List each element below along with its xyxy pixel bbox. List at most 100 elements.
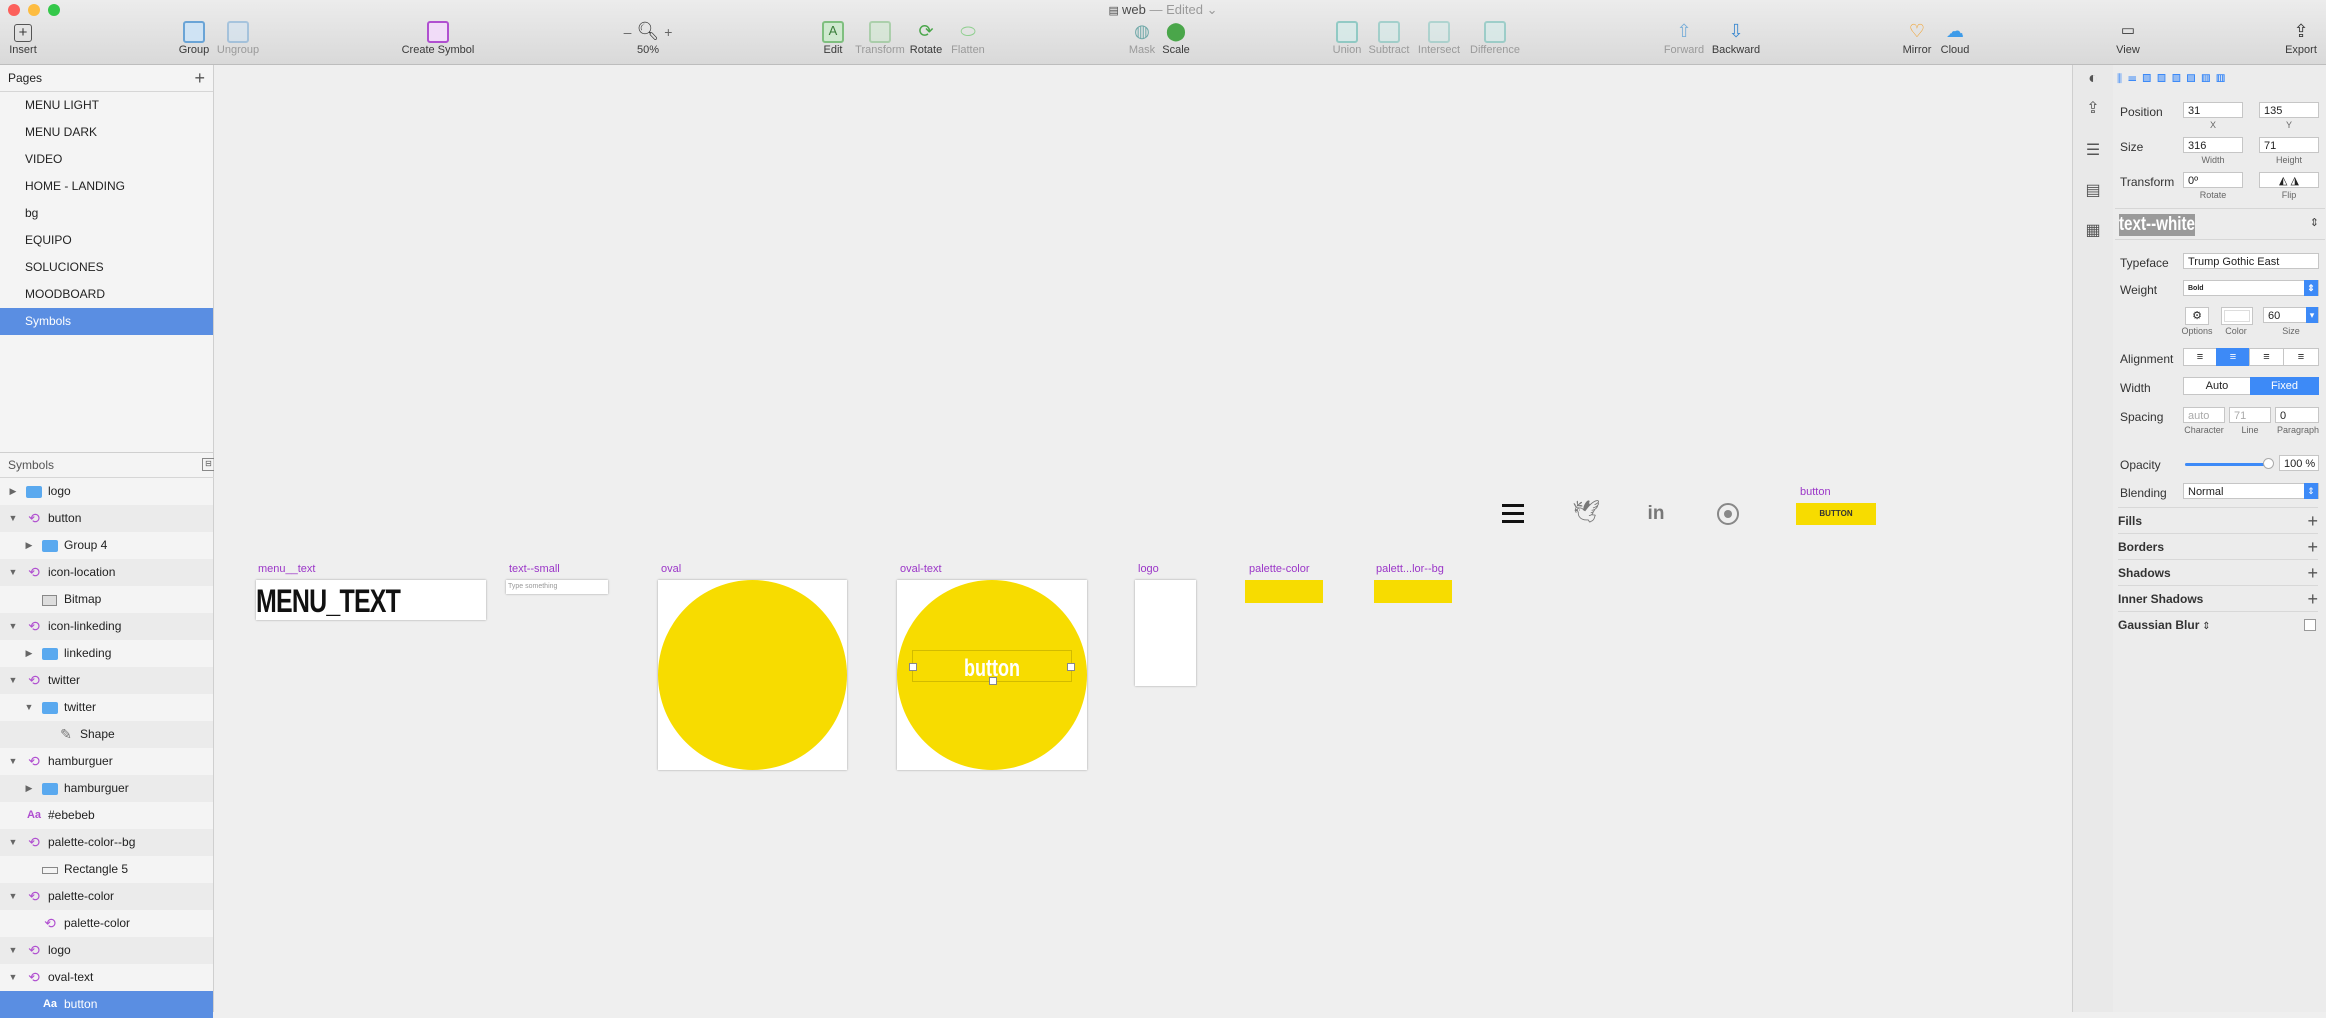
zoom-out-button[interactable]: – <box>624 24 632 40</box>
layer-row[interactable]: Rectangle 5 <box>0 856 213 883</box>
grid-icon[interactable]: ▦ <box>2084 223 2102 239</box>
artboard-label-oval-text[interactable]: oval-text <box>900 563 942 575</box>
add-shadow-button[interactable]: + <box>2307 560 2318 586</box>
edit-button[interactable]: A Edit <box>820 20 846 56</box>
disclosure-expanded-icon[interactable]: ▼ <box>8 937 18 964</box>
text-style-picker[interactable]: text--white ⇕ <box>2115 208 2325 240</box>
section-fills[interactable]: Fills + <box>2118 507 2318 534</box>
artboard-oval[interactable] <box>658 580 847 770</box>
flip-horizontal-icon[interactable]: ◭ <box>2279 175 2287 187</box>
export-button[interactable]: ⇪ Export <box>2284 20 2318 56</box>
blending-select[interactable]: Normal ⇕ <box>2183 483 2319 499</box>
artboard-palette-bg[interactable] <box>1374 580 1452 603</box>
text-align-left-button[interactable]: ≡ <box>2183 348 2217 366</box>
section-shadows[interactable]: Shadows + <box>2118 559 2318 586</box>
rotate-button[interactable]: ⟳ Rotate <box>908 20 944 56</box>
location-icon[interactable] <box>1717 503 1739 525</box>
page-item[interactable]: MENU DARK <box>0 119 213 146</box>
add-border-button[interactable]: + <box>2307 534 2318 560</box>
layer-row[interactable]: Bitmap <box>0 586 213 613</box>
resize-handle-right[interactable] <box>1067 663 1075 671</box>
subtract-button[interactable]: Subtract <box>1366 20 1412 56</box>
disclosure-expanded-icon[interactable]: ▼ <box>8 883 18 910</box>
resize-handle-bottom[interactable] <box>989 677 997 685</box>
size-dropdown-icon[interactable]: ▾ <box>2306 307 2318 323</box>
add-fill-button[interactable]: + <box>2307 508 2318 534</box>
artboard-logo[interactable] <box>1135 580 1196 686</box>
disclosure-collapsed-icon[interactable]: ▶ <box>24 775 34 802</box>
disclosure-expanded-icon[interactable]: ▼ <box>8 505 18 532</box>
distribute-vertical-icon[interactable]: ☰ <box>2128 73 2142 85</box>
text-color-well[interactable] <box>2221 307 2253 325</box>
layer-row[interactable]: Aa #ebebeb <box>0 802 213 829</box>
layer-row[interactable]: ▼ ⟲ oval-text <box>0 964 213 991</box>
artboard-palette-color[interactable] <box>1245 580 1323 603</box>
layer-row[interactable]: ▼ ⟲ icon-linkeding <box>0 613 213 640</box>
blur-checkbox[interactable] <box>2304 619 2316 631</box>
align-middle-icon[interactable]: ▥ <box>2202 73 2217 85</box>
font-size-field[interactable]: 60 ▾ <box>2263 307 2319 323</box>
layer-row[interactable]: Aa button <box>0 991 213 1018</box>
mask-button[interactable]: ◍ Mask <box>1128 20 1156 56</box>
disclosure-expanded-icon[interactable]: ▼ <box>8 667 18 694</box>
layer-row[interactable]: ▼ ⟲ twitter <box>0 667 213 694</box>
disclosure-collapsed-icon[interactable]: ▶ <box>8 478 18 505</box>
layer-row[interactable]: ⟲ palette-color <box>0 910 213 937</box>
layer-row[interactable]: ▼ ⟲ icon-location <box>0 559 213 586</box>
paragraph-spacing-field[interactable]: 0 <box>2275 407 2319 423</box>
create-symbol-button[interactable]: Create Symbol <box>400 20 476 56</box>
page-item[interactable]: VIDEO <box>0 146 213 173</box>
artboard-label-palette-color[interactable]: palette-color <box>1249 563 1310 575</box>
page-item[interactable]: MENU LIGHT <box>0 92 213 119</box>
artboard-label-oval[interactable]: oval <box>661 563 681 575</box>
artboard-label-logo[interactable]: logo <box>1138 563 1159 575</box>
linkedin-icon[interactable]: in <box>1644 503 1668 525</box>
text-align-center-button[interactable]: ≡ <box>2216 348 2250 366</box>
disclosure-expanded-icon[interactable]: ▼ <box>8 748 18 775</box>
layer-row[interactable]: ▼ twitter <box>0 694 213 721</box>
opacity-slider[interactable] <box>2185 458 2274 469</box>
height-field[interactable]: 71 <box>2259 137 2319 153</box>
layer-row[interactable]: ▼ ⟲ button <box>0 505 213 532</box>
layer-row[interactable]: ✎ Shape <box>0 721 213 748</box>
layer-row[interactable]: ▼ ⟲ logo <box>0 937 213 964</box>
artboard-text-small[interactable]: Type something <box>506 580 608 594</box>
flip-vertical-icon[interactable]: ◮ <box>2291 175 2299 187</box>
artboard-label-text-small[interactable]: text--small <box>509 563 560 575</box>
transform-button[interactable]: Transform <box>854 20 906 56</box>
align-left-icon[interactable]: ▤ <box>2142 73 2157 85</box>
layer-row[interactable]: ▶ linkeding <box>0 640 213 667</box>
layer-row[interactable]: ▼ ⟲ palette-color--bg <box>0 829 213 856</box>
layer-row[interactable]: ▼ ⟲ palette-color <box>0 883 213 910</box>
group-button[interactable]: Group <box>176 20 212 56</box>
position-y-field[interactable]: 135 <box>2259 102 2319 118</box>
align-bottom-icon[interactable]: ▥ <box>2216 73 2231 85</box>
zoom-in-button[interactable]: + <box>664 24 672 40</box>
align-center-icon[interactable]: ▤ <box>2157 73 2172 85</box>
scale-button[interactable]: ⬤ Scale <box>1162 20 1190 56</box>
section-borders[interactable]: Borders + <box>2118 533 2318 560</box>
artboard-button[interactable]: BUTTON <box>1796 503 1876 525</box>
intersect-button[interactable]: Intersect <box>1416 20 1462 56</box>
width-auto-button[interactable]: Auto <box>2183 377 2251 395</box>
disclosure-expanded-icon[interactable]: ▼ <box>8 559 18 586</box>
frames-icon[interactable]: ▤ <box>2084 183 2102 199</box>
artboard-menu-text[interactable]: MENU_TEXT <box>256 580 486 620</box>
forward-button[interactable]: ⇧ Forward <box>1662 20 1706 56</box>
page-item[interactable]: EQUIPO <box>0 227 213 254</box>
text-align-right-button[interactable]: ≡ <box>2249 348 2284 366</box>
layer-row[interactable]: ▶ hamburguer <box>0 775 213 802</box>
layers-icon[interactable]: ☰ <box>2084 143 2102 159</box>
artboard-label-menu-text[interactable]: menu__text <box>258 563 315 575</box>
zoom-control[interactable]: – 🔍︎ + 50% <box>618 20 678 56</box>
updown-chevron-icon[interactable]: ⇕ <box>2310 216 2319 229</box>
text-options-button[interactable]: ⚙ <box>2185 307 2209 325</box>
disclosure-expanded-icon[interactable]: ▼ <box>24 694 34 721</box>
insert-button[interactable]: + Insert <box>6 20 40 56</box>
layer-row[interactable]: ▶ Group 4 <box>0 532 213 559</box>
disclosure-collapsed-icon[interactable]: ▶ <box>24 532 34 559</box>
ungroup-button[interactable]: Ungroup <box>216 20 260 56</box>
union-button[interactable]: Union <box>1332 20 1362 56</box>
cloud-button[interactable]: ☁ Cloud <box>1938 20 1972 56</box>
view-button[interactable]: ▭ View <box>2114 20 2142 56</box>
